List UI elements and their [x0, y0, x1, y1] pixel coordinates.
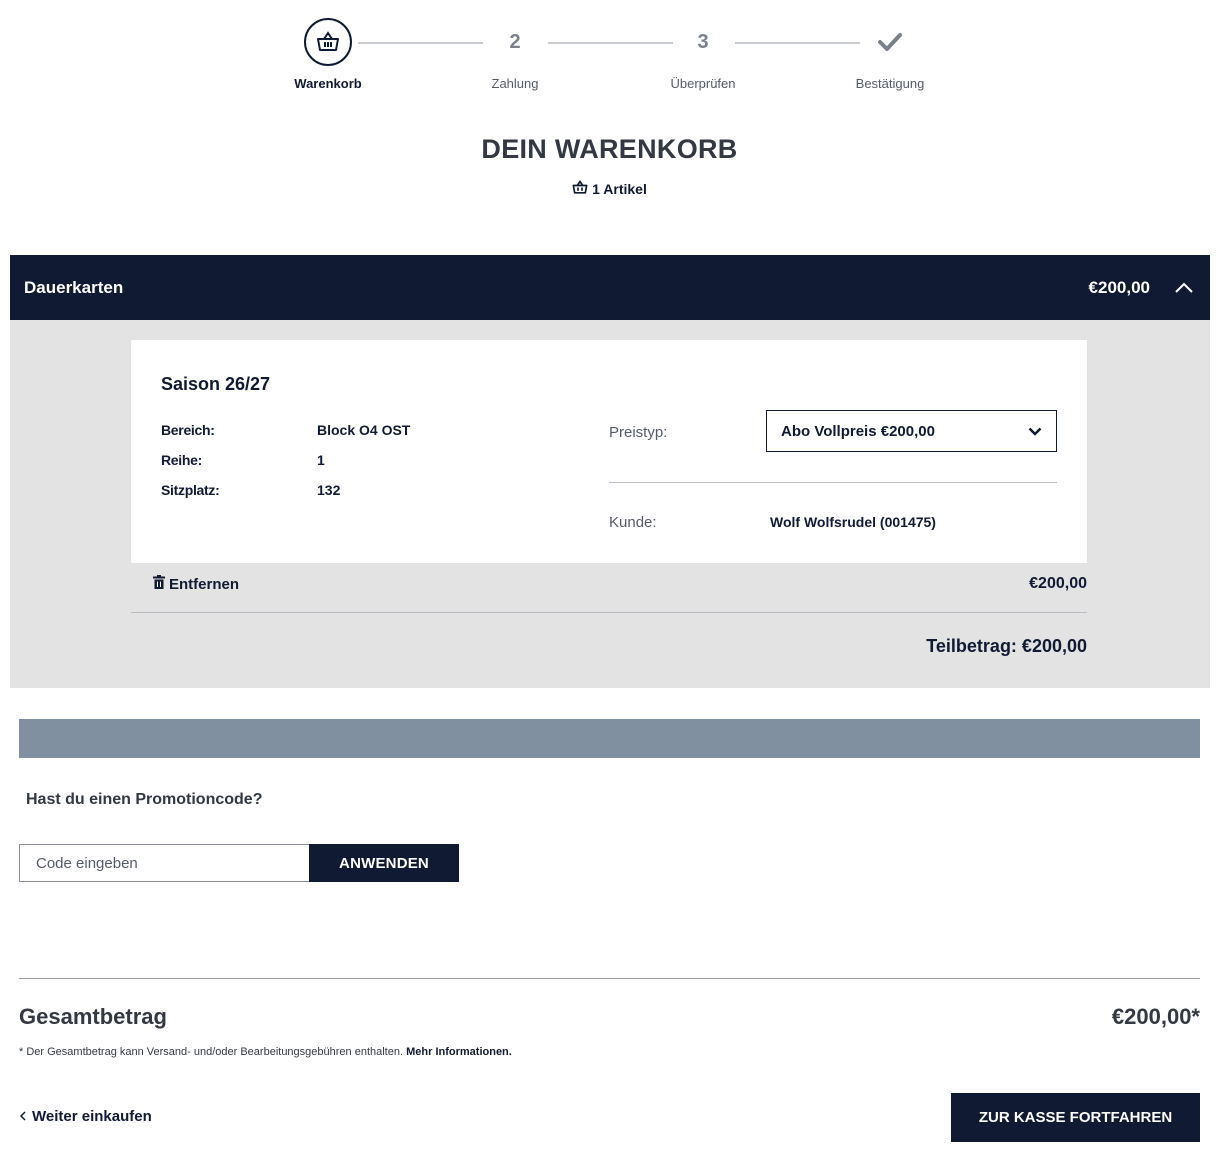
basket-icon [304, 18, 352, 66]
page-title: DEIN WARENKORB [481, 134, 738, 164]
promo-bar [19, 719, 1200, 758]
step-number: 2 [509, 30, 521, 53]
step-label: Zahlung [491, 76, 539, 91]
detail-key: Bereich: [161, 422, 215, 438]
step-label: Überprüfen [670, 76, 736, 91]
season-title: Saison 26/27 [161, 374, 271, 394]
checkout-stepper: Warenkorb 2 Zahlung 3 Überprüfen Bestäti… [0, 18, 1219, 98]
check-icon [866, 18, 914, 66]
promo-question: Hast du einen Promotioncode? [26, 791, 263, 808]
line-price: €200,00 [1029, 575, 1087, 592]
item-count: 1 Artikel [0, 179, 1219, 198]
price-type-label: Preistyp: [609, 424, 668, 441]
total-value: €200,00* [1111, 1004, 1200, 1029]
total-label: Gesamtbetrag [19, 1004, 167, 1029]
card-divider [609, 482, 1057, 483]
continue-shopping-link[interactable]: Weiter einkaufen [19, 1108, 152, 1125]
more-info-link[interactable]: Mehr Informationen. [406, 1046, 512, 1058]
trash-icon [152, 575, 166, 594]
customer-label: Kunde: [609, 514, 657, 531]
section-header-dauerkarten[interactable]: Dauerkarten €200,00 [10, 255, 1210, 320]
customer-value: Wolf Wolfsrudel (001475) [770, 514, 936, 530]
step-bestaetigung: Bestätigung [830, 18, 950, 91]
detail-key: Reihe: [161, 452, 202, 468]
price-type-value: Abo Vollpreis €200,00 [781, 422, 935, 440]
detail-value: 1 [317, 452, 325, 468]
section-name: Dauerkarten [24, 277, 124, 297]
item-count-label: 1 Artikel [592, 181, 647, 197]
checkout-button[interactable]: ZUR KASSE FORTFAHREN [951, 1093, 1200, 1142]
step-label: Warenkorb [294, 76, 362, 91]
price-type-select[interactable]: Abo Vollpreis €200,00 [766, 410, 1057, 452]
section-body: Saison 26/27 Bereich: Block O4 OST Reihe… [10, 320, 1210, 688]
chevron-up-icon[interactable] [1172, 276, 1196, 300]
chevron-down-icon [1028, 423, 1042, 440]
ticket-card: Saison 26/27 Bereich: Block O4 OST Reihe… [131, 340, 1087, 563]
detail-key: Sitzplatz: [161, 482, 220, 498]
chevron-left-icon [19, 1108, 26, 1125]
total-note: * Der Gesamtbetrag kann Versand- und/ode… [19, 1046, 512, 1058]
promo-code-input[interactable] [19, 844, 309, 882]
total-note-text: * Der Gesamtbetrag kann Versand- und/ode… [19, 1046, 404, 1058]
step-warenkorb[interactable]: Warenkorb [268, 18, 388, 91]
subtotal: Teilbetrag: €200,00 [926, 636, 1087, 656]
step-zahlung: 2 Zahlung [455, 18, 575, 92]
step-label: Bestätigung [855, 76, 925, 91]
detail-value: Block O4 OST [317, 422, 411, 438]
remove-label: Entfernen [169, 576, 240, 593]
section-amount: €200,00 [1088, 277, 1150, 297]
remove-button[interactable]: Entfernen [152, 575, 239, 594]
step-number: 3 [697, 30, 709, 53]
apply-promo-button[interactable]: ANWENDEN [309, 844, 459, 882]
section-divider [131, 612, 1087, 613]
basket-icon [572, 179, 588, 198]
detail-value: 132 [317, 482, 341, 498]
total-divider [19, 978, 1200, 979]
continue-shopping-label: Weiter einkaufen [32, 1108, 152, 1125]
step-ueberpruefen: 3 Überprüfen [643, 18, 763, 92]
